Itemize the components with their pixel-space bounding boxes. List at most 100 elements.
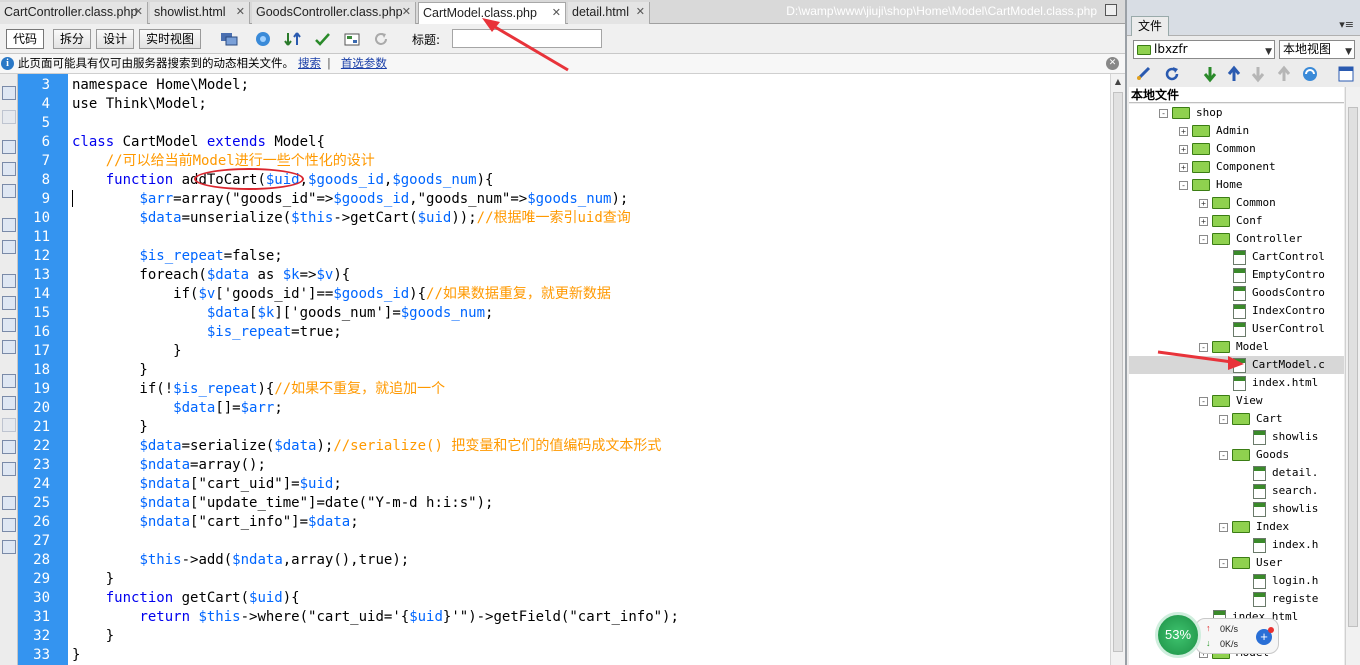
tree-file[interactable]: UserControl: [1129, 320, 1344, 338]
visual-aids-icon[interactable]: [343, 31, 361, 47]
tree-folder[interactable]: - Goods: [1129, 446, 1344, 464]
collapse-icon[interactable]: -: [1219, 522, 1228, 532]
tree-file[interactable]: GoodsContro: [1129, 284, 1344, 302]
code-line[interactable]: }: [72, 418, 147, 437]
site-select[interactable]: lbxzfr ▼: [1133, 40, 1275, 59]
file-management-icon[interactable]: [284, 31, 302, 47]
network-speed-widget[interactable]: ↑ 0K/s ↓ 0K/s + 53%: [1155, 612, 1281, 660]
code-line[interactable]: $ndata["cart_uid"]=$uid;: [72, 475, 341, 494]
tree-folder[interactable]: - View: [1129, 392, 1344, 410]
code-line[interactable]: $ndata["cart_info"]=$data;: [72, 513, 358, 532]
tab-cartcontroller[interactable]: CartController.class.php ✕: [0, 2, 148, 24]
tab-cartmodel[interactable]: CartModel.class.php ✕: [418, 2, 566, 25]
code-line[interactable]: $is_repeat=true;: [72, 323, 342, 342]
multiscreen-icon[interactable]: [220, 31, 238, 47]
code-line[interactable]: function getCart($uid){: [72, 589, 300, 608]
check-in-icon[interactable]: [1275, 65, 1293, 83]
scroll-thumb[interactable]: [1348, 107, 1358, 627]
connect-icon[interactable]: [1135, 65, 1153, 83]
tree-folder[interactable]: + Admin: [1129, 122, 1344, 140]
collapse-icon[interactable]: -: [1219, 450, 1228, 460]
close-icon[interactable]: ✕: [1106, 57, 1119, 70]
tree-folder[interactable]: - User: [1129, 554, 1344, 572]
tree-folder[interactable]: - Controller: [1129, 230, 1344, 248]
code-line[interactable]: class CartModel extends Model{: [72, 133, 325, 152]
editor-vertical-scrollbar[interactable]: ▲: [1110, 74, 1125, 665]
refresh-icon[interactable]: [1163, 65, 1181, 83]
tree-file[interactable]: IndexContro: [1129, 302, 1344, 320]
tree-file[interactable]: showlis: [1129, 500, 1344, 518]
collapse-icon[interactable]: -: [1159, 108, 1168, 118]
get-files-icon[interactable]: [1201, 65, 1219, 83]
tab-detail[interactable]: detail.html ✕: [568, 2, 650, 24]
expand-icon[interactable]: +: [1199, 216, 1208, 226]
expand-icon[interactable]: +: [1199, 198, 1208, 208]
scroll-thumb[interactable]: [1113, 92, 1123, 652]
tree-folder[interactable]: + Common: [1129, 140, 1344, 158]
tree-folder[interactable]: - shop: [1129, 104, 1344, 122]
code-line[interactable]: $data[]=$arr;: [72, 399, 283, 418]
restore-window-icon[interactable]: [1105, 4, 1117, 16]
memory-usage-badge[interactable]: 53%: [1155, 612, 1201, 658]
tree-file[interactable]: EmptyContro: [1129, 266, 1344, 284]
expand-icon[interactable]: +: [1179, 162, 1188, 172]
tree-file[interactable]: search.: [1129, 482, 1344, 500]
collapse-icon[interactable]: -: [1199, 234, 1208, 244]
collapse-icon[interactable]: -: [1199, 342, 1208, 352]
tree-vertical-scrollbar[interactable]: [1345, 87, 1360, 665]
check-out-icon[interactable]: [1249, 65, 1267, 83]
preview-browser-icon[interactable]: [254, 31, 272, 47]
check-page-icon[interactable]: [314, 31, 332, 47]
close-icon[interactable]: ✕: [552, 3, 561, 23]
tree-file[interactable]: index.html: [1129, 374, 1344, 392]
code-view-button[interactable]: 代码: [6, 29, 45, 49]
code-line[interactable]: $ndata=array();: [72, 456, 265, 475]
expand-icon[interactable]: +: [1179, 144, 1188, 154]
close-icon[interactable]: ✕: [134, 2, 143, 22]
code-line[interactable]: $ndata["update_time"]=date("Y-m-d h:i:s"…: [72, 494, 493, 513]
tree-file[interactable]: CartModel.c: [1129, 356, 1344, 374]
live-view-button[interactable]: 实时视图: [139, 29, 202, 49]
tree-file[interactable]: detail.: [1129, 464, 1344, 482]
code-line[interactable]: }: [72, 361, 147, 380]
panel-menu-icon[interactable]: ▾≡: [1339, 18, 1354, 31]
code-line[interactable]: use Think\Model;: [72, 95, 207, 114]
split-view-button[interactable]: 拆分: [53, 29, 92, 49]
close-icon[interactable]: ✕: [236, 2, 245, 22]
tree-file[interactable]: showlis: [1129, 428, 1344, 446]
tree-folder[interactable]: - Index: [1129, 518, 1344, 536]
preferences-link[interactable]: 首选参数: [341, 56, 387, 70]
code-line[interactable]: return $this->where("cart_uid='{$uid}'")…: [72, 608, 678, 627]
tree-folder[interactable]: + Component: [1129, 158, 1344, 176]
code-editor[interactable]: namespace Home\Model; use Think\Model; cla…: [68, 74, 1110, 665]
code-line[interactable]: $data=unserialize($this->getCart($uid));…: [72, 209, 630, 228]
expand-icon[interactable]: +: [1179, 126, 1188, 136]
code-line[interactable]: namespace Home\Model;: [72, 76, 249, 95]
document-title-input[interactable]: [452, 29, 602, 48]
collapse-icon[interactable]: -: [1199, 396, 1208, 406]
code-line[interactable]: //可以给当前Model进行一些个性化的设计: [72, 152, 375, 171]
code-line[interactable]: $this->add($ndata,array(),true);: [72, 551, 409, 570]
code-line[interactable]: }: [72, 342, 181, 361]
code-line[interactable]: $data=serialize($data);//serialize() 把变量…: [72, 437, 661, 456]
scroll-up-icon[interactable]: ▲: [1113, 77, 1123, 87]
code-line[interactable]: }: [72, 646, 80, 665]
tree-folder[interactable]: + Conf: [1129, 212, 1344, 230]
collapse-icon[interactable]: -: [1219, 558, 1228, 568]
code-line[interactable]: $is_repeat=false;: [72, 247, 282, 266]
code-line[interactable]: foreach($data as $k=>$v){: [72, 266, 350, 285]
synchronize-icon[interactable]: [1301, 65, 1319, 83]
refresh-icon[interactable]: [372, 31, 390, 47]
close-icon[interactable]: ✕: [636, 2, 645, 22]
tree-folder[interactable]: - Home: [1129, 176, 1344, 194]
search-link[interactable]: 搜索: [298, 56, 321, 70]
collapse-icon[interactable]: -: [1179, 180, 1188, 190]
code-line[interactable]: $data[$k]['goods_num']=$goods_num;: [72, 304, 494, 323]
view-select[interactable]: 本地视图 ▼: [1279, 40, 1355, 59]
accelerate-button[interactable]: +: [1256, 627, 1274, 645]
put-files-icon[interactable]: [1225, 65, 1243, 83]
tab-showlist[interactable]: showlist.html ✕: [150, 2, 250, 24]
tree-folder[interactable]: - Cart: [1129, 410, 1344, 428]
code-line[interactable]: }: [72, 627, 114, 646]
tree-file[interactable]: login.h: [1129, 572, 1344, 590]
